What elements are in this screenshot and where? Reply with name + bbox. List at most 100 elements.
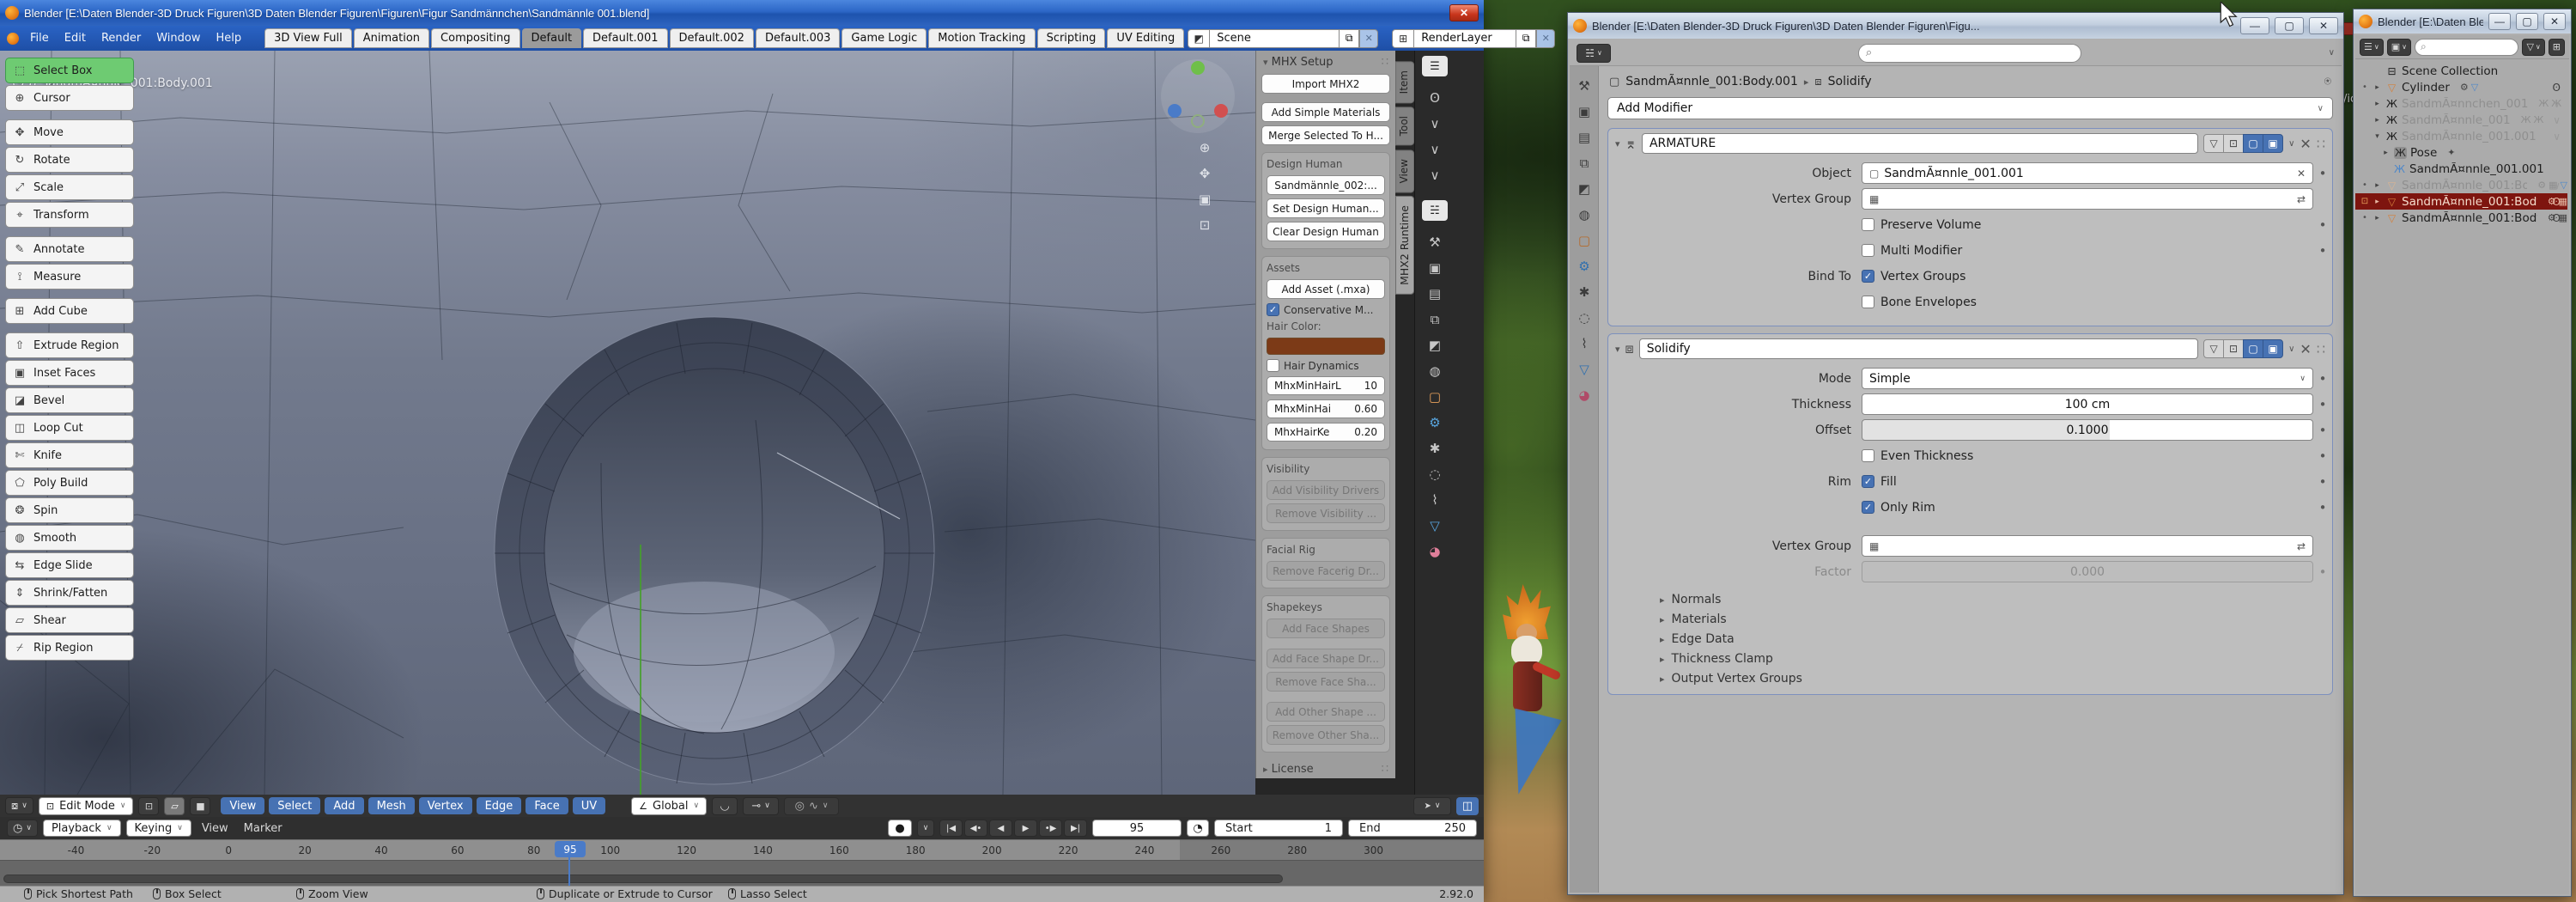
visibility-eye-icon[interactable]: ʘ: [2553, 212, 2561, 224]
expand-icon[interactable]: ▸: [2372, 116, 2382, 125]
animate-dot-icon[interactable]: •: [2313, 423, 2332, 438]
maximize-button[interactable]: ▢: [2275, 17, 2304, 34]
gizmo-y-axis[interactable]: [1168, 104, 1182, 118]
visibility-eye-icon[interactable]: ʘ: [2553, 196, 2561, 208]
animate-dot-icon[interactable]: •: [2313, 448, 2332, 464]
viewlayer-tab-icon[interactable]: ⧉: [1570, 150, 1599, 176]
particles-tab-icon[interactable]: ✱: [1422, 436, 1448, 461]
tree-row-selected[interactable]: ⊡ ▸ ▽ SandmÃ¤nnle_001:Body.001 ⚙▦ ʘ: [2355, 193, 2567, 210]
rim-fill-checkbox[interactable]: ✓: [1862, 475, 1874, 488]
viewport-menu-item[interactable]: Select: [269, 797, 320, 814]
toolbar-item[interactable]: ⤢ Scale: [5, 174, 134, 200]
preserve-volume-checkbox[interactable]: [1862, 218, 1874, 231]
editor-type-button[interactable]: ☰∨: [2360, 39, 2384, 56]
toolbar-item[interactable]: ⊕ Cursor: [5, 85, 134, 111]
current-frame-field[interactable]: 95: [1092, 820, 1182, 837]
toolbar-item[interactable]: ▣ Inset Faces: [5, 360, 134, 386]
set-design-human-button[interactable]: Set Design Human...: [1267, 198, 1385, 218]
workspace-tab[interactable]: Scripting: [1037, 28, 1106, 48]
viewport-3d[interactable]: User Orthographic (95) SandmÃ¤nnle_001:B…: [0, 51, 1255, 795]
render-tab-icon[interactable]: ▣: [1422, 255, 1448, 281]
object-tab-icon[interactable]: ▢: [1422, 384, 1448, 410]
sidebar-tab[interactable]: Tool: [1395, 107, 1414, 145]
output-tab-icon[interactable]: ▤: [1422, 281, 1448, 307]
marker-menu[interactable]: Marker: [239, 822, 288, 835]
license-section-header[interactable]: ▸ License ∷: [1261, 759, 1390, 779]
add-modifier-dropdown[interactable]: Add Modifier ∨: [1607, 97, 2333, 119]
render-tab-icon[interactable]: ▣: [1570, 99, 1599, 125]
import-mhx2-button[interactable]: Import MHX2: [1261, 74, 1390, 94]
mhx-setup-header[interactable]: ▾ MHX Setup: [1263, 56, 1334, 69]
editor-type-button[interactable]: ⧇∨: [5, 797, 33, 814]
realtime-edit-toggle[interactable]: ⊡: [2223, 134, 2244, 153]
hair-slider[interactable]: MhxHairKe 0.20: [1267, 423, 1385, 442]
close-button[interactable]: ✕: [2543, 13, 2566, 30]
add-face-shape-drivers-button[interactable]: Add Face Shape Dr...: [1267, 649, 1385, 668]
renderlayer-name[interactable]: RenderLayer: [1414, 29, 1516, 48]
select-tool-dropdown[interactable]: ➤∨: [1413, 797, 1451, 815]
camera-view-icon[interactable]: ▣: [1199, 192, 1211, 207]
physics-tab-icon[interactable]: ◌: [1570, 305, 1599, 331]
expand-icon[interactable]: ▸: [2372, 198, 2382, 206]
restriction-chevron-icon[interactable]: ∨: [2553, 180, 2561, 192]
expand-icon[interactable]: ▸: [2381, 149, 2391, 157]
close-button[interactable]: ✕: [2309, 17, 2338, 34]
tree-row[interactable]: Ж SandmÃ¤nnle_001.001: [2355, 161, 2567, 177]
timeline-editor-button[interactable]: ◷∨: [7, 820, 38, 837]
collapsed-subsection[interactable]: ▸Output Vertex Groups: [1608, 666, 2332, 686]
animate-dot-icon[interactable]: •: [2313, 564, 2332, 580]
render-display-toggle[interactable]: ▣: [2263, 339, 2283, 358]
hair-slider[interactable]: MhxMinHairL 10: [1267, 376, 1385, 395]
keying-menu[interactable]: Keying∨: [126, 820, 191, 837]
scene-tab-icon[interactable]: ◩: [1570, 176, 1599, 202]
tree-row[interactable]: • ▸ ▽ SandmÃ¤nnle_001:Body.002 ⚙▦ ʘ: [2355, 210, 2567, 226]
clear-object-icon[interactable]: ✕: [2297, 168, 2306, 180]
workspace-tab[interactable]: Motion Tracking: [928, 28, 1035, 48]
properties-editor-icon[interactable]: ☵: [1422, 200, 1448, 221]
snap-toggle[interactable]: ◡: [712, 797, 738, 815]
collapsed-subsection[interactable]: ▸Materials: [1608, 606, 2332, 626]
data-tab-icon[interactable]: ▽: [1422, 513, 1448, 539]
add-asset-button[interactable]: Add Asset (.mxa): [1267, 279, 1385, 299]
play-button[interactable]: ▶: [1014, 820, 1037, 837]
window3-titlebar[interactable]: Blender [E:\Daten Blender... — ▢ ✕: [2354, 9, 2571, 34]
next-keyframe-button[interactable]: •▶: [1039, 820, 1062, 837]
toolbar-item[interactable]: ⇧ Extrude Region: [5, 332, 134, 358]
menu-item[interactable]: Help: [209, 32, 250, 45]
drag-dots-icon[interactable]: ∷: [2317, 341, 2325, 357]
expand-icon[interactable]: ▸: [2372, 83, 2382, 92]
animate-dot-icon[interactable]: •: [2313, 166, 2332, 181]
tree-row[interactable]: • ▸ ▽ SandmÃ¤nnle_001:Body ⚙▦▽ ∨: [2355, 177, 2567, 193]
scene-unlink-icon[interactable]: ✕: [1359, 29, 1378, 48]
expand-icon[interactable]: ▸: [2372, 214, 2382, 222]
toolbar-item[interactable]: ◪ Bevel: [5, 387, 134, 413]
collapse-icon[interactable]: ▾: [2372, 132, 2382, 141]
auto-keyframe-toggle[interactable]: ◔: [1187, 820, 1209, 837]
physics-tab-icon[interactable]: ◌: [1422, 461, 1448, 487]
workspace-tab[interactable]: Default.003: [756, 28, 840, 48]
viewport-menu-item[interactable]: Face: [526, 797, 568, 814]
hair-dynamics-checkbox[interactable]: [1267, 359, 1279, 372]
scene-copy-icon[interactable]: ⧉: [1339, 29, 1359, 48]
ortho-toggle-icon[interactable]: ⊡: [1199, 217, 1211, 233]
playback-menu[interactable]: Playback∨: [43, 820, 121, 837]
viewport-menu-item[interactable]: Add: [325, 797, 363, 814]
extras-dropdown-icon[interactable]: ∨: [2288, 344, 2294, 354]
collapse-icon[interactable]: ▾: [1615, 138, 1620, 149]
filter-button[interactable]: ▽∨: [2522, 39, 2544, 56]
sidebar-tab[interactable]: Item: [1395, 61, 1414, 103]
toolbar-item[interactable]: ⇕ Shrink/Fatten: [5, 580, 134, 606]
scene-tab-icon[interactable]: ◩: [1422, 332, 1448, 358]
add-other-shapes-button[interactable]: Add Other Shape ...: [1267, 702, 1385, 722]
collapsed-subsection[interactable]: ▸Edge Data: [1608, 626, 2332, 646]
navigation-gizmo[interactable]: [1161, 59, 1235, 133]
edge-select-toggle[interactable]: ▱: [164, 797, 185, 815]
tree-row[interactable]: ▸ Ж SandmÃ¤nnle_001 ЖЖ ∨: [2355, 112, 2567, 128]
invert-vertex-group-icon[interactable]: ⇄: [2297, 540, 2306, 552]
snap-target-dropdown[interactable]: ⊸∨: [743, 797, 779, 815]
face-select-toggle[interactable]: ■: [190, 797, 210, 815]
solidify-vertex-group-field[interactable]: ▦ ⇄: [1862, 535, 2313, 557]
tool-tab-icon[interactable]: ⚒: [1570, 73, 1599, 99]
blender-menu-icon[interactable]: [7, 33, 19, 45]
timeline-tracks[interactable]: [0, 860, 1484, 886]
